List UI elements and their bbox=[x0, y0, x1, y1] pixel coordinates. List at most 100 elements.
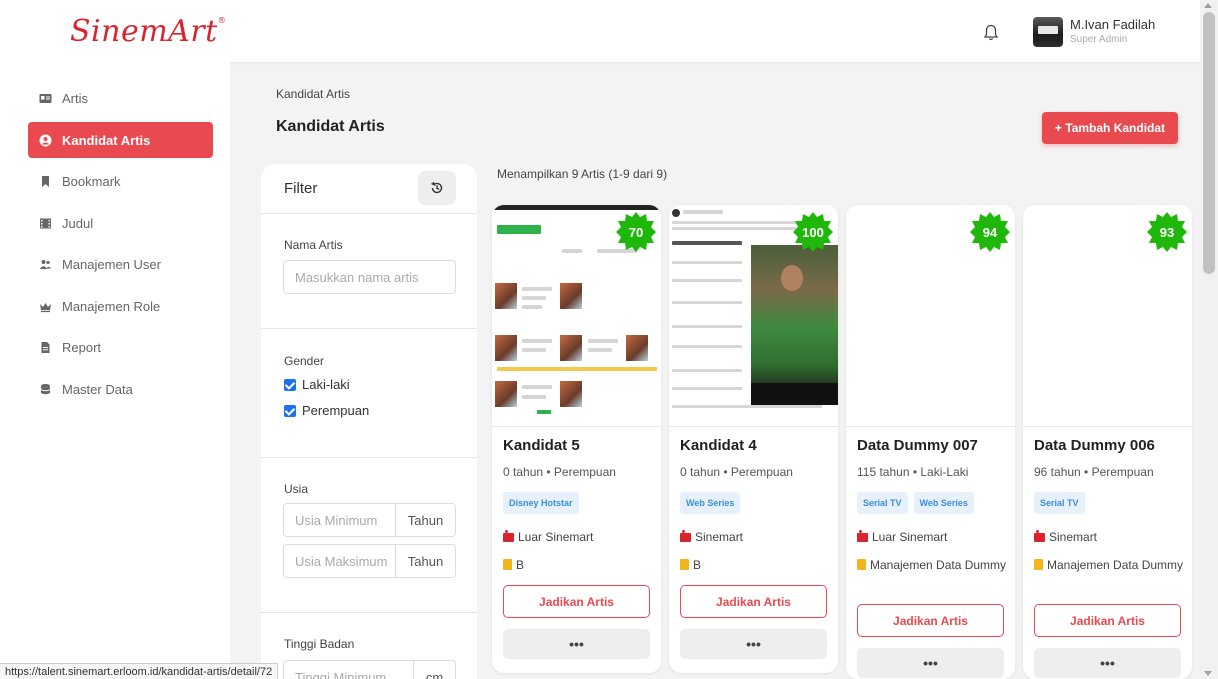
sinemart-logo[interactable]: SinemArt® bbox=[70, 14, 226, 49]
mock-row-green bbox=[537, 410, 551, 414]
avatar[interactable] bbox=[1033, 17, 1063, 47]
sidebar-item-bookmark[interactable]: Bookmark bbox=[28, 163, 213, 199]
age-max-input[interactable]: Usia Maksimum bbox=[283, 544, 396, 578]
candidate-name[interactable]: Data Dummy 007 bbox=[857, 437, 978, 454]
sidebar-item-manajemen-role[interactable]: Manajemen Role bbox=[28, 288, 213, 324]
candidate-location: Sinemart bbox=[680, 529, 743, 544]
divider bbox=[261, 213, 477, 214]
folder-icon bbox=[503, 559, 512, 570]
candidate-name[interactable]: Kandidat 4 bbox=[680, 437, 757, 454]
location-text: Sinemart bbox=[1049, 530, 1098, 544]
history-icon bbox=[431, 181, 443, 194]
score-value: 93 bbox=[1159, 224, 1175, 240]
score-badge: 100 bbox=[792, 211, 834, 253]
reset-filter-button[interactable] bbox=[418, 171, 456, 205]
make-artist-button[interactable]: Jadikan Artis bbox=[503, 585, 650, 618]
age-min-input[interactable]: Usia Minimum bbox=[283, 503, 396, 537]
sidebar-item-master-data[interactable]: Master Data bbox=[28, 371, 213, 407]
photo-topbar bbox=[492, 205, 661, 210]
add-candidate-button[interactable]: + Tambah Kandidat bbox=[1042, 112, 1178, 144]
height-label: Tinggi Badan bbox=[284, 637, 355, 651]
sidebar-item-label: Manajemen Role bbox=[62, 298, 161, 314]
tag: Serial TV bbox=[1034, 492, 1085, 514]
scroll-up-arrow-icon[interactable] bbox=[1204, 3, 1212, 8]
mock-row bbox=[672, 387, 742, 390]
more-options-button[interactable]: ••• bbox=[857, 648, 1004, 678]
mock-row bbox=[672, 369, 742, 372]
candidate-owner: B bbox=[680, 556, 830, 574]
tag: Web Series bbox=[913, 492, 974, 514]
mock-row bbox=[522, 395, 546, 399]
candidate-card[interactable]: 93 Data Dummy 006 96 tahun • Perempuan S… bbox=[1023, 205, 1192, 679]
mock-poster bbox=[495, 283, 517, 309]
sidebar-item-label: Bookmark bbox=[62, 173, 121, 189]
user-name[interactable]: M.Ivan Fadilah bbox=[1070, 17, 1155, 32]
owner-text: B bbox=[516, 558, 525, 572]
height-min-input[interactable]: Tinggi Minimum bbox=[283, 660, 414, 679]
scroll-down-arrow-icon[interactable] bbox=[1204, 671, 1212, 676]
score-badge: 93 bbox=[1146, 211, 1188, 253]
candidate-name[interactable]: Data Dummy 006 bbox=[1034, 437, 1155, 454]
user-role: Super Admin bbox=[1070, 34, 1128, 45]
sidebar-item-artis[interactable]: Artis bbox=[28, 80, 213, 116]
age-min-placeholder: Usia Minimum bbox=[295, 512, 378, 528]
height-min-input-group: Tinggi Minimum cm bbox=[283, 660, 456, 679]
mock-poster bbox=[495, 335, 517, 361]
mock-row bbox=[522, 305, 542, 309]
mock-row bbox=[672, 301, 742, 304]
more-options-button[interactable]: ••• bbox=[503, 629, 650, 659]
more-options-button[interactable]: ••• bbox=[1034, 648, 1181, 678]
tag: Web Series bbox=[680, 492, 741, 514]
candidate-name[interactable]: Kandidat 5 bbox=[503, 437, 580, 454]
candidate-card[interactable]: 70 Kandidat 5 0 tahun • Perempuan Disney… bbox=[492, 205, 661, 673]
sidebar-item-report[interactable]: Report bbox=[28, 329, 213, 365]
gender-checkbox-female[interactable]: Perempuan bbox=[284, 403, 369, 418]
mock-row bbox=[588, 339, 618, 343]
name-input[interactable]: Masukkan nama artis bbox=[283, 260, 456, 294]
sidebar-item-manajemen-user[interactable]: Manajemen User bbox=[28, 246, 213, 282]
mock-row bbox=[522, 296, 546, 300]
mock-row bbox=[522, 339, 552, 343]
divider bbox=[261, 457, 477, 458]
mock-green-button bbox=[497, 225, 541, 234]
mock-poster bbox=[626, 335, 648, 361]
make-artist-button[interactable]: Jadikan Artis bbox=[680, 585, 827, 618]
age-unit: Tahun bbox=[396, 503, 456, 537]
checkbox-checked-icon[interactable] bbox=[284, 404, 296, 417]
location-text: Luar Sinemart bbox=[518, 530, 594, 544]
gender-checkbox-male[interactable]: Laki-laki bbox=[284, 377, 350, 392]
checkbox-checked-icon[interactable] bbox=[284, 378, 296, 391]
bell-icon[interactable] bbox=[983, 24, 999, 42]
mock-poster bbox=[560, 381, 582, 407]
candidate-card[interactable]: 94 Data Dummy 007 115 tahun • Laki-Laki … bbox=[846, 205, 1015, 679]
mock-row bbox=[562, 249, 582, 253]
filter-title: Filter bbox=[284, 180, 318, 197]
checkbox-label: Perempuan bbox=[302, 403, 370, 418]
breadcrumb[interactable]: Kandidat Artis bbox=[276, 87, 350, 101]
folder-icon bbox=[857, 559, 866, 570]
make-artist-button[interactable]: Jadikan Artis bbox=[857, 604, 1004, 637]
database-icon bbox=[41, 383, 50, 394]
scroll-thumb[interactable] bbox=[1203, 12, 1215, 274]
make-artist-button[interactable]: Jadikan Artis bbox=[1034, 604, 1181, 637]
more-options-button[interactable]: ••• bbox=[680, 629, 827, 659]
mock-face bbox=[781, 265, 803, 291]
age-unit: Tahun bbox=[396, 544, 456, 578]
height-min-placeholder: Tinggi Minimum bbox=[295, 669, 387, 679]
age-min-input-group: Usia Minimum Tahun bbox=[283, 503, 456, 537]
mock-row bbox=[672, 241, 742, 245]
divider bbox=[261, 612, 477, 613]
sidebar-item-kandidat-artis[interactable]: Kandidat Artis bbox=[28, 122, 213, 158]
mock-row bbox=[522, 348, 546, 352]
sidebar-item-judul[interactable]: Judul bbox=[28, 205, 213, 241]
sidebar-item-label: Master Data bbox=[62, 381, 133, 397]
page-scrollbar[interactable] bbox=[1200, 0, 1218, 679]
candidate-card[interactable]: 100 Kandidat 4 0 tahun • Perempuan Web S… bbox=[669, 205, 838, 673]
age-max-input-group: Usia Maksimum Tahun bbox=[283, 544, 456, 578]
location-text: Luar Sinemart bbox=[872, 530, 948, 544]
candidate-owner: Manajemen Data Dummy bbox=[857, 556, 1007, 574]
filter-panel: Filter Nama Artis Masukkan nama artis Ge… bbox=[261, 164, 477, 679]
candidate-location: Luar Sinemart bbox=[503, 529, 594, 544]
camera-icon bbox=[680, 529, 691, 542]
candidate-meta: 96 tahun • Perempuan bbox=[1034, 465, 1154, 479]
